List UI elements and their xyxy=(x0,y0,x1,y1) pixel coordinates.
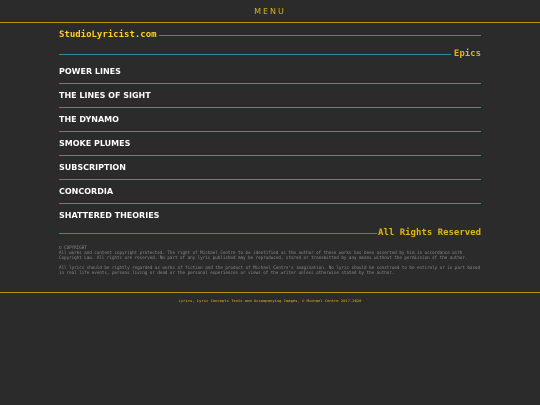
site-title-row: StudioLyricist.com xyxy=(59,22,481,48)
legal-text: © COPYRIGHT All works and content copyri… xyxy=(59,245,481,275)
page: MENU StudioLyricist.com Epics POWER LINE… xyxy=(0,0,540,405)
list-item: THE LINES OF SIGHT xyxy=(59,84,481,108)
list-item: SHATTERED THEORIES xyxy=(59,204,481,227)
song-link[interactable]: THE DYNAMO xyxy=(59,115,119,124)
bottom-bar: Lyrics, Lyric Concepts Texts and Accompa… xyxy=(0,292,540,307)
legal-paragraph: All lyrics should be rightly regarded as… xyxy=(59,265,481,275)
section-header: Epics xyxy=(59,48,481,60)
main-content: StudioLyricist.com Epics POWER LINES THE… xyxy=(59,22,481,280)
footer-header: All Rights Reserved xyxy=(59,227,481,239)
section-label: Epics xyxy=(451,49,481,59)
list-item: SMOKE PLUMES xyxy=(59,132,481,156)
song-link[interactable]: SMOKE PLUMES xyxy=(59,139,130,148)
divider xyxy=(158,34,481,36)
bottom-note: Lyrics, Lyric Concepts Texts and Accompa… xyxy=(178,297,362,303)
site-title-link[interactable]: StudioLyricist.com xyxy=(59,30,159,40)
list-item: CONCORDIA xyxy=(59,180,481,204)
song-link[interactable]: CONCORDIA xyxy=(59,187,113,196)
list-item: THE DYNAMO xyxy=(59,108,481,132)
song-link[interactable]: THE LINES OF SIGHT xyxy=(59,91,151,100)
song-link[interactable]: POWER LINES xyxy=(59,67,121,76)
divider xyxy=(59,233,377,234)
song-list: POWER LINES THE LINES OF SIGHT THE DYNAM… xyxy=(59,60,481,227)
top-bar: MENU xyxy=(0,0,540,23)
rights-label: All Rights Reserved xyxy=(378,228,481,238)
list-item: POWER LINES xyxy=(59,60,481,84)
song-link[interactable]: SUBSCRIPTION xyxy=(59,163,126,172)
list-item: SUBSCRIPTION xyxy=(59,156,481,180)
legal-paragraph: All works and content copyright protecte… xyxy=(59,250,468,260)
song-link[interactable]: SHATTERED THEORIES xyxy=(59,211,159,220)
menu-button[interactable]: MENU xyxy=(254,7,286,16)
divider xyxy=(59,54,451,55)
